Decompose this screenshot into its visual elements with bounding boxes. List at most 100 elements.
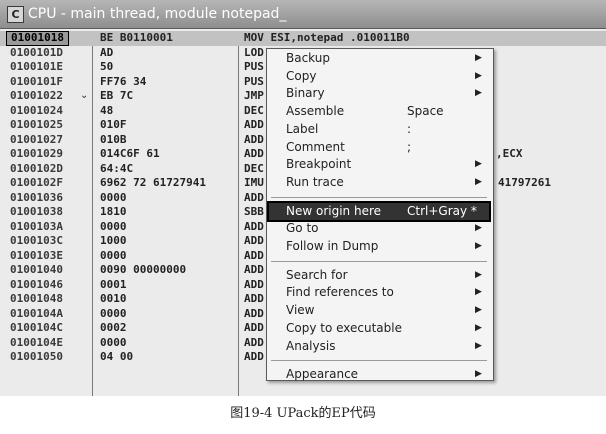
submenu-arrow-icon: ▶ bbox=[475, 305, 482, 316]
menu-separator bbox=[271, 360, 487, 362]
menu-shortcut: : bbox=[407, 121, 412, 136]
cpu-window-icon: C bbox=[7, 6, 24, 23]
submenu-arrow-icon: ▶ bbox=[475, 241, 482, 251]
disassembly-cell: ADD bbox=[244, 147, 264, 160]
menu-item-binary[interactable]: Binary ▶ bbox=[267, 85, 493, 102]
hex-dump-cell: 0000 bbox=[100, 248, 127, 262]
disassembly-cell: ADD bbox=[244, 263, 264, 276]
disassembly-cell: IMU bbox=[244, 176, 264, 189]
hex-dump-cell: 1810 bbox=[100, 205, 127, 218]
menu-separator bbox=[271, 196, 487, 198]
menu-item-label: View bbox=[286, 303, 315, 318]
address-cell: 01001038 bbox=[10, 205, 63, 218]
hex-dump-cell: 010F bbox=[100, 118, 127, 131]
hex-dump-cell: 0001 bbox=[100, 277, 127, 291]
disassembly-cell: ADD bbox=[244, 335, 264, 349]
submenu-arrow-icon: ▶ bbox=[475, 369, 482, 380]
hex-dump-cell: 014C6F 61 bbox=[100, 147, 160, 160]
hex-dump-cell: 0002 bbox=[100, 321, 127, 334]
menu-item-label: Search for bbox=[286, 267, 348, 282]
menu-item-find-references-to[interactable]: Find references to ▶ bbox=[267, 284, 493, 301]
address-cell: 01001036 bbox=[10, 190, 63, 204]
menu-item-appearance[interactable]: Appearance ▶ bbox=[267, 366, 493, 383]
disassembly-cell: ADD bbox=[244, 190, 264, 204]
address-cell: 0100104E bbox=[10, 335, 63, 349]
menu-item-copy-to-executable[interactable]: Copy to executable ▶ bbox=[267, 320, 493, 337]
menu-item-label[interactable]: Label: bbox=[267, 121, 493, 138]
disassembly-cell: LOD bbox=[244, 45, 264, 59]
menu-item-comment[interactable]: Comment; bbox=[267, 139, 493, 156]
menu-item-analysis[interactable]: Analysis ▶ bbox=[267, 338, 493, 355]
address-cell: 0100103E bbox=[10, 248, 63, 262]
disassembly-cell: ADD bbox=[244, 306, 264, 320]
submenu-arrow-icon: ▶ bbox=[475, 159, 482, 170]
submenu-arrow-icon: ▶ bbox=[475, 70, 482, 81]
menu-item-go-to[interactable]: Go to ▶ bbox=[267, 220, 493, 237]
hex-dump-cell: FF76 34 bbox=[100, 74, 147, 88]
menu-item-label: Appearance bbox=[286, 367, 359, 382]
title-bar[interactable]: C CPU - main thread, module notepad_ bbox=[0, 0, 606, 29]
address-cell: 01001018 bbox=[6, 31, 69, 46]
disassembly-cell: ADD bbox=[244, 219, 264, 233]
menu-item-label: Copy bbox=[286, 68, 317, 83]
menu-item-label: Copy to executable bbox=[286, 320, 402, 335]
menu-item-label: Analysis bbox=[286, 338, 336, 353]
disassembly-cell: ADD bbox=[244, 292, 264, 305]
address-cell: 0100104A bbox=[10, 306, 63, 320]
disassembly-operand-tail: ,ECX bbox=[496, 147, 523, 160]
menu-item-breakpoint[interactable]: Breakpoint ▶ bbox=[267, 156, 493, 173]
hex-dump-cell: 50 bbox=[100, 60, 114, 73]
address-cell: 01001029 bbox=[10, 147, 63, 160]
disassembly-cell: PUS bbox=[244, 74, 264, 88]
menu-shortcut: Space bbox=[407, 104, 444, 119]
disassembly-cell: ADD bbox=[244, 277, 264, 291]
hex-dump-cell: 04 00 bbox=[100, 350, 134, 363]
hex-dump-cell: 1000 bbox=[100, 234, 127, 247]
menu-item-copy[interactable]: Copy ▶ bbox=[267, 68, 493, 85]
menu-item-view[interactable]: View ▶ bbox=[267, 302, 493, 319]
hex-dump-cell: 010B bbox=[100, 132, 127, 146]
menu-item-run-trace[interactable]: Run trace ▶ bbox=[267, 174, 493, 191]
disassembly-cell: ADD bbox=[244, 118, 264, 131]
address-cell: 0100101F bbox=[10, 74, 63, 88]
menu-item-follow-in-dump[interactable]: Follow in Dump ▶ bbox=[267, 238, 493, 255]
submenu-arrow-icon: ▶ bbox=[475, 340, 482, 351]
address-cell: 01001048 bbox=[10, 292, 63, 305]
menu-item-label: Binary bbox=[286, 86, 325, 101]
menu-item-label: Assemble bbox=[286, 104, 345, 119]
menu-item-label: Follow in Dump bbox=[286, 239, 379, 253]
hex-dump-cell: 0000 bbox=[100, 190, 127, 204]
address-cell: 01001040 bbox=[10, 263, 63, 276]
menu-item-search-for[interactable]: Search for ▶ bbox=[267, 267, 493, 284]
submenu-arrow-icon: ▶ bbox=[475, 88, 482, 99]
figure-caption: 图19-4 UPack的EP代码 bbox=[230, 406, 376, 421]
menu-item-backup[interactable]: Backup ▶ bbox=[267, 50, 493, 67]
address-cell: 0100102D bbox=[10, 161, 63, 175]
address-cell: 0100101D bbox=[10, 45, 63, 59]
context-menu: Backup ▶ Copy ▶ Binary ▶ Assemble Space Label: Co… bbox=[266, 48, 494, 381]
disassembly-cell: SBB bbox=[244, 205, 264, 218]
submenu-arrow-icon: ▶ bbox=[475, 322, 482, 333]
hex-dump-cell: 0000 bbox=[100, 335, 127, 349]
disassembly-cell: DEC bbox=[244, 103, 264, 117]
address-cell: 01001024 bbox=[10, 103, 63, 117]
menu-item-new-origin-here[interactable]: New origin here Ctrl+Gray * bbox=[267, 200, 491, 222]
hex-dump-cell: 0000 bbox=[100, 306, 127, 320]
menu-shortcut: ; bbox=[407, 139, 412, 154]
hex-dump-cell: 0000 bbox=[100, 219, 127, 233]
hex-dump-cell: 64:4C bbox=[100, 161, 134, 175]
menu-item-label: New origin here bbox=[286, 203, 382, 218]
disassembly-row[interactable]: 01001018 BE B0110001 MOV ESI,notepad .0100… bbox=[0, 31, 606, 46]
hex-dump-cell: 48 bbox=[100, 103, 114, 117]
menu-item-label: Label bbox=[286, 121, 319, 136]
menu-item-assemble[interactable]: Assemble Space bbox=[267, 103, 493, 120]
address-cell: 01001046 bbox=[10, 277, 63, 291]
address-cell: 0100103C bbox=[10, 234, 63, 247]
hex-dump-cell: EB 7C bbox=[100, 89, 134, 102]
cpu-window: C CPU - main thread, module notepad_ 010… bbox=[0, 0, 606, 396]
address-cell: 01001025 bbox=[10, 118, 63, 131]
hex-dump-cell: 0010 bbox=[100, 292, 127, 305]
hex-dump-cell: 0090 00000000 bbox=[100, 263, 187, 276]
menu-item-label: Breakpoint bbox=[286, 157, 352, 172]
menu-item-label: Find references to bbox=[286, 285, 394, 300]
